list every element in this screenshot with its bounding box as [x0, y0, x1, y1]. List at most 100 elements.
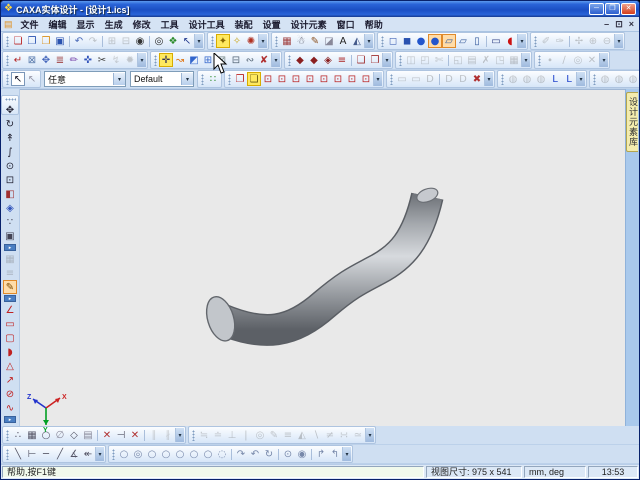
wireframe-display-icon[interactable]: ◻	[386, 34, 400, 48]
rounded-rect-sketch-icon[interactable]: ▢	[3, 331, 17, 345]
undo-icon[interactable]: ↶	[72, 34, 86, 48]
menu-item[interactable]: 生成	[100, 18, 128, 31]
context-help-icon[interactable]: ↖	[180, 34, 194, 48]
line-sketch-icon[interactable]: ↗	[3, 373, 17, 387]
anchor-constraint-icon[interactable]: ⊣	[114, 428, 128, 442]
toolbar-grip[interactable]	[381, 35, 384, 47]
stamp-tool-icon[interactable]: ▦	[280, 34, 294, 48]
circle-dash-icon[interactable]: ◌	[215, 447, 229, 461]
selection-filter-combo[interactable]: 任意 ▾	[44, 71, 126, 87]
ellipse-axis-icon[interactable]: ◉	[295, 447, 309, 461]
menu-item[interactable]: 工具	[156, 18, 184, 31]
restore-button[interactable]: ❐	[605, 3, 620, 15]
wrench-tool-icon[interactable]: ✖	[470, 72, 484, 86]
copy-design-icon[interactable]: ❐	[233, 72, 247, 86]
pipe-model[interactable]	[20, 90, 625, 426]
smooth-shade-selected-icon[interactable]: ●	[428, 34, 442, 48]
toolbar-expander[interactable]: ▸	[4, 416, 16, 423]
toolbar-grip[interactable]	[399, 54, 402, 66]
toolbar-grip[interactable]	[288, 54, 291, 66]
assembly-constraint-icon[interactable]: ∴	[11, 428, 25, 442]
toolbar-grip[interactable]	[6, 35, 9, 47]
pencil-tool-icon[interactable]: ✎	[308, 34, 322, 48]
chamfer-corner-icon[interactable]: ↰	[328, 447, 342, 461]
figure-tool-icon[interactable]: ☃	[294, 34, 308, 48]
generate-tool-icon[interactable]: ✛	[159, 53, 173, 67]
new-file-icon[interactable]: ❏	[11, 34, 25, 48]
left-view-icon[interactable]: ⊡	[289, 72, 303, 86]
toolbar-grip[interactable]	[201, 73, 204, 85]
toolbar-grip[interactable]	[112, 448, 115, 460]
toolbar-overflow-chevron[interactable]: ▾	[484, 72, 493, 86]
render-scene-icon[interactable]: ◖	[503, 34, 517, 48]
text-tool-icon[interactable]: A	[336, 34, 350, 48]
light-tool-icon[interactable]: ✧	[230, 34, 244, 48]
toolbar-grip[interactable]	[6, 448, 9, 460]
menu-item[interactable]: 文件	[16, 18, 44, 31]
doc-minimize-button[interactable]: –	[601, 19, 612, 29]
axon-view-icon[interactable]: ⊡	[359, 72, 373, 86]
menu-item[interactable]: 显示	[72, 18, 100, 31]
toolbar-grip[interactable]	[154, 54, 157, 66]
design-library-tab[interactable]: 设计元素库	[626, 92, 638, 152]
arc-sketch-icon[interactable]: ◗	[3, 345, 17, 359]
render-style-icon[interactable]: ✦	[216, 34, 230, 48]
polygon-sketch-icon[interactable]: △	[3, 359, 17, 373]
menu-item[interactable]: 设计元素	[286, 18, 332, 31]
toolbar-overflow-chevron[interactable]: ▾	[576, 72, 585, 86]
toolbar-overflow-chevron[interactable]: ▾	[614, 34, 623, 48]
toolbar-overflow-chevron[interactable]: ▾	[175, 428, 184, 442]
toolbar-overflow-chevron[interactable]: ▾	[373, 72, 382, 86]
chevron-down-icon[interactable]: ▾	[113, 73, 125, 85]
design-tree-icon[interactable]: ∷	[206, 72, 220, 86]
toolbar-overflow-chevron[interactable]: ▾	[365, 428, 374, 442]
menu-item[interactable]: 装配	[230, 18, 258, 31]
spline-view-icon[interactable]: ∫	[3, 145, 17, 159]
toolbar-overflow-chevron[interactable]: ▾	[95, 447, 104, 461]
toolbar-overflow-chevron[interactable]: ▾	[194, 34, 203, 48]
toolbar-overflow-chevron[interactable]: ▾	[364, 34, 373, 48]
circle-tangent-icon[interactable]: ○	[159, 447, 173, 461]
doc-close-button[interactable]: ×	[626, 19, 637, 29]
project-curve-icon[interactable]: ◩	[187, 53, 201, 67]
top-view-icon[interactable]: ⊡	[317, 72, 331, 86]
extrude-feature-icon[interactable]: ↵	[11, 53, 25, 67]
facet-display-selected-icon[interactable]: ▱	[442, 34, 456, 48]
coord-system2-icon[interactable]: L	[562, 72, 576, 86]
hover-view-icon[interactable]: ❏	[247, 72, 261, 86]
shaded-display-icon[interactable]: ◼	[400, 34, 414, 48]
arc-3pt-icon[interactable]: ↷	[234, 447, 248, 461]
delete-constraint-icon[interactable]: ✕	[100, 428, 114, 442]
line-2pt-icon[interactable]: ╲	[11, 447, 25, 461]
right-view-icon[interactable]: ⊡	[303, 72, 317, 86]
rectangle-sketch-icon[interactable]: ▭	[3, 317, 17, 331]
chevron-down-icon[interactable]: ▾	[181, 73, 193, 85]
title-bar[interactable]: ❖ CAXA实体设计 - [设计1.ics] ─ ❐ ✕	[1, 1, 639, 17]
toolbar-grip[interactable]	[275, 35, 278, 47]
toolbar-grip[interactable]	[228, 73, 231, 85]
stamp-part-icon[interactable]: ❑	[354, 53, 368, 67]
menu-item[interactable]: 帮助	[360, 18, 388, 31]
mirror-text-icon[interactable]: ◭	[350, 34, 364, 48]
bottom-view-icon[interactable]: ⊡	[331, 72, 345, 86]
style-combo[interactable]: Default ▾	[130, 71, 194, 87]
save-icon[interactable]: ▣	[53, 34, 67, 48]
curve-sheet-icon[interactable]: ⊟	[229, 53, 243, 67]
zoom-view-icon[interactable]: ⊙	[3, 159, 17, 173]
import-part-icon[interactable]: ◆	[293, 53, 307, 67]
circle-center-icon[interactable]: ○	[117, 447, 131, 461]
spline-3d-icon[interactable]: ↝	[173, 53, 187, 67]
toolbar-grip[interactable]	[501, 73, 504, 85]
circle-diameter-icon[interactable]: ○	[187, 447, 201, 461]
toolbar-grip[interactable]	[390, 73, 393, 85]
toolbar-overflow-chevron[interactable]: ▾	[382, 53, 391, 67]
arc-tangent-icon[interactable]: ↻	[262, 447, 276, 461]
iso-view-icon[interactable]: ⊡	[345, 72, 359, 86]
camera-icon[interactable]: ◉	[133, 34, 147, 48]
check-icon[interactable]: ❖	[166, 34, 180, 48]
toolbar-overflow-chevron[interactable]: ▾	[137, 53, 146, 67]
combine-curve-icon[interactable]: ⊠	[215, 53, 229, 67]
front-view-icon[interactable]: ⊡	[261, 72, 275, 86]
sketch-mode-icon[interactable]: ✎	[3, 280, 17, 294]
delete-constraint2-icon[interactable]: ✕	[128, 428, 142, 442]
